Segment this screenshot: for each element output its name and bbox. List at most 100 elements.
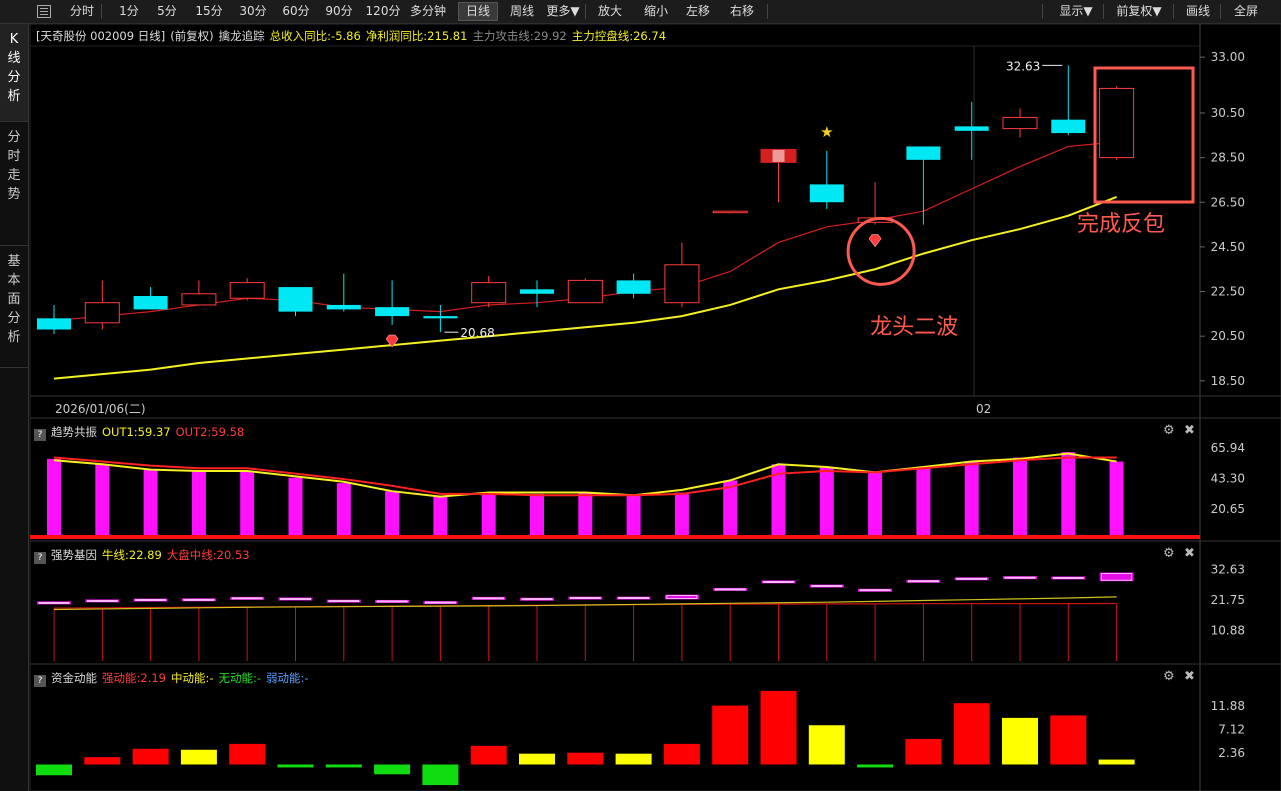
strong-tick-label: 21.75	[1211, 593, 1245, 607]
fund-bar	[1098, 759, 1135, 765]
fund-bar	[1002, 717, 1038, 765]
fund-tick-label: 11.88	[1211, 699, 1245, 713]
fund-bar	[36, 764, 72, 776]
strong-box	[278, 597, 313, 601]
settings-icon[interactable]: ⚙	[1163, 669, 1175, 684]
fund-bar	[277, 764, 314, 768]
fund-bar	[422, 764, 459, 786]
trend-bar	[674, 492, 689, 537]
fund-panel-header: ? 资金动能 强动能:2.19 中动能:- 无动能:- 弱动能:-	[34, 670, 314, 687]
trend-tick-label: 20.65	[1211, 502, 1245, 516]
fund-bar	[132, 748, 169, 765]
help-icon[interactable]: ?	[34, 552, 46, 564]
fund-bar	[470, 745, 507, 765]
trend-bar	[868, 472, 883, 537]
candle-body	[906, 146, 941, 160]
fund-bar	[567, 752, 604, 765]
strong-box	[616, 596, 651, 600]
strong-box	[568, 596, 603, 600]
strong-box	[713, 587, 748, 591]
fund-tick-label: 7.12	[1218, 723, 1245, 737]
close-icon[interactable]: ✖	[1184, 669, 1195, 684]
trend-baseline	[30, 535, 1200, 539]
candle-body	[37, 318, 71, 330]
trend-tick-label: 43.30	[1211, 472, 1245, 486]
strong-box	[375, 599, 410, 603]
fund-bar	[615, 753, 652, 765]
candle-body	[181, 293, 217, 306]
strong-box	[326, 599, 361, 603]
strong-box	[809, 584, 844, 588]
settings-icon[interactable]: ⚙	[1163, 546, 1175, 561]
fund-bar	[229, 743, 266, 765]
date-start-label: 2026/01/06(二)	[55, 402, 146, 416]
trend-tick-label: 65.94	[1211, 441, 1245, 455]
strong-box	[181, 598, 216, 602]
candle-body	[326, 304, 361, 310]
fund-strong: 强动能:2.19	[102, 671, 166, 685]
profit-yoy: 净利润同比:215.81	[365, 29, 468, 43]
fund-bar	[905, 738, 942, 765]
fund-bar	[519, 753, 555, 765]
trend-bar	[723, 480, 738, 537]
strong-box	[520, 597, 554, 601]
trend-out1: OUT1:59.37	[102, 425, 171, 439]
candle-body	[1099, 87, 1135, 159]
fund-bar	[663, 743, 700, 765]
trend-bar	[578, 492, 593, 537]
month-label: 02	[976, 402, 991, 416]
trend-bar	[288, 477, 303, 537]
main-chart-header: [天奇股份 002009 日线] (前复权) 擒龙追踪 总收入同比:-5.86 净利润同…	[36, 28, 671, 44]
strong-box	[1051, 576, 1086, 580]
y-tick-label: 28.50	[1211, 151, 1245, 165]
candle-body	[278, 287, 313, 312]
close-icon[interactable]: ✖	[1184, 546, 1195, 561]
attack-line-label: 主力攻击线:29.92	[472, 29, 567, 43]
stock-title: [天奇股份 002009 日线]	[36, 29, 166, 43]
diamond-marker	[868, 234, 882, 248]
fund-bar	[325, 764, 362, 768]
help-icon[interactable]: ?	[34, 675, 46, 687]
y-tick-label: 24.50	[1211, 240, 1245, 254]
fund-bar	[857, 764, 894, 768]
fund-title: 资金动能	[51, 671, 97, 685]
strong-box	[858, 588, 893, 592]
wave-label: 龙头二波	[870, 315, 958, 340]
strong-box	[1003, 576, 1037, 580]
candle-body	[1002, 116, 1038, 130]
fund-weak: 弱动能:-	[266, 671, 309, 685]
settings-icon[interactable]: ⚙	[1163, 423, 1175, 438]
strong-box	[954, 577, 989, 581]
fund-bar	[808, 725, 845, 765]
trend-out1-line	[53, 452, 1117, 498]
candle-body	[1051, 119, 1086, 134]
strong-market: 大盘中线:20.53	[166, 548, 250, 562]
fund-bar	[712, 705, 749, 765]
wave-circle	[846, 216, 916, 286]
strong-box	[37, 601, 71, 605]
trend-panel-header: ? 趋势共振 OUT1:59.37 OUT2:59.58	[34, 424, 249, 441]
fund-bar	[1050, 715, 1087, 765]
strong-tick-label: 32.63	[1211, 563, 1245, 577]
candle-body	[471, 282, 507, 304]
close-icon[interactable]: ✖	[1184, 423, 1195, 438]
trend-bar	[240, 470, 255, 537]
fund-bar	[953, 703, 990, 765]
fund-medium: 中动能:-	[170, 671, 214, 685]
trend-bar	[964, 461, 979, 537]
trend-bar	[385, 491, 400, 537]
strong-panel-header: ? 强势基因 牛线:22.89 大盘中线:20.53	[34, 547, 255, 564]
fund-none: 无动能:-	[218, 671, 262, 685]
strong-box	[230, 596, 265, 600]
indicator-name: 擒龙追踪	[218, 29, 265, 43]
trend-bar	[47, 458, 61, 537]
y-tick-label: 26.50	[1211, 195, 1245, 209]
trend-bar	[819, 466, 834, 537]
fund-tick-label: 2.36	[1218, 746, 1245, 760]
strong-title: 强势基因	[51, 548, 97, 562]
high-label: 32.63	[1006, 59, 1040, 73]
help-icon[interactable]: ?	[34, 429, 46, 441]
candle-body	[229, 282, 265, 299]
trend-bar	[95, 464, 110, 537]
trend-bar	[626, 495, 641, 537]
